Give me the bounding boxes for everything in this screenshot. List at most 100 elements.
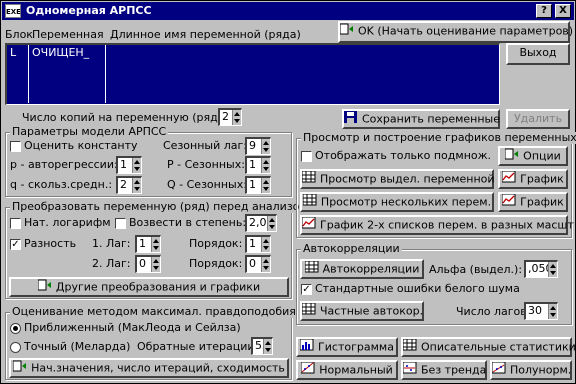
p-stepper[interactable]: 1 bbox=[116, 156, 142, 174]
ok-button[interactable]: OK (Начать оценивание параметров) bbox=[338, 21, 573, 43]
spin-arrows-icon[interactable] bbox=[132, 178, 141, 193]
order1-label: Порядок: bbox=[189, 237, 243, 250]
graph2-button[interactable]: График bbox=[498, 192, 568, 212]
lag2-stepper[interactable]: 0 bbox=[135, 255, 161, 273]
other-transforms-button[interactable]: Другие преобразования и графики bbox=[9, 277, 289, 297]
spin-arrows-icon[interactable] bbox=[261, 257, 270, 272]
copies-value: 2 bbox=[222, 110, 229, 123]
view-selected-button[interactable]: Просмотр выдел. переменной bbox=[300, 169, 495, 189]
back-iter-stepper[interactable]: 55 bbox=[251, 337, 273, 355]
spreadsheet-icon bbox=[301, 170, 316, 188]
graph-two-lists-label: График 2-х списков перем. в разных масшт… bbox=[320, 218, 576, 232]
normal-plot-icon bbox=[300, 361, 315, 379]
graph1-label: График bbox=[520, 172, 564, 186]
seasonal-lag-stepper[interactable]: 9 bbox=[245, 137, 271, 155]
partial-autocorr-button[interactable]: Частные автокор. bbox=[300, 301, 424, 321]
spin-arrows-icon[interactable] bbox=[261, 158, 270, 173]
no-trend-icon bbox=[402, 361, 417, 379]
graph-two-lists-button[interactable]: График 2-х списков перем. в разных масшт… bbox=[300, 215, 576, 235]
autocorr-button[interactable]: Автокорреляции bbox=[300, 259, 424, 279]
p-label: p - авторегрессии: bbox=[10, 158, 118, 171]
autocorr-label: Автокорреляции bbox=[322, 262, 420, 276]
close-button[interactable]: X bbox=[555, 4, 571, 18]
subset-only-checkbox[interactable] bbox=[301, 151, 312, 162]
Q-seasonal-stepper[interactable]: 1 bbox=[245, 176, 271, 194]
order1-stepper[interactable]: 1 bbox=[245, 235, 271, 253]
approx-radio[interactable] bbox=[10, 323, 21, 334]
P-seasonal-label: P - Сезонных: bbox=[167, 158, 245, 171]
subset-only-label: Отображать только подмнож. bbox=[315, 149, 492, 162]
spin-arrows-icon[interactable] bbox=[261, 178, 270, 193]
autocorr-group-title: Автокорреляции bbox=[301, 242, 402, 255]
line-graph-icon bbox=[301, 216, 316, 234]
spin-arrows-icon[interactable] bbox=[132, 158, 141, 173]
exact-label: Точный (Меларда) bbox=[24, 340, 131, 353]
delete-button[interactable]: Удалить bbox=[506, 109, 570, 129]
lag1-stepper[interactable]: 1 bbox=[135, 235, 161, 253]
col-header-block: Блок bbox=[5, 28, 33, 41]
estimate-const-label: Оценить константу bbox=[24, 139, 138, 152]
title-bar: EXE Одномерная АРПСС ? X bbox=[2, 2, 574, 20]
transform-icon bbox=[37, 279, 52, 296]
row-variable-cell[interactable]: ОЧИЩЕН_ bbox=[32, 46, 89, 60]
save-variables-button[interactable]: Сохранить переменные bbox=[342, 109, 500, 129]
no-trend-button[interactable]: Без тренда bbox=[401, 360, 487, 380]
estimate-const-checkbox[interactable] bbox=[10, 141, 21, 152]
histogram-icon bbox=[299, 338, 314, 356]
order2-stepper[interactable]: 0 bbox=[245, 255, 271, 273]
spreadsheet-icon bbox=[302, 193, 317, 211]
view-several-button[interactable]: Просмотр нескольких перем. bbox=[300, 192, 494, 212]
exit-button[interactable]: Выход bbox=[506, 43, 570, 65]
spin-arrows-icon[interactable] bbox=[263, 339, 272, 354]
graph1-button[interactable]: График bbox=[498, 169, 568, 189]
power-checkbox[interactable] bbox=[115, 218, 126, 229]
halfnormal-label: Полунорм. bbox=[510, 363, 572, 377]
list-divider bbox=[105, 45, 106, 103]
halfnormal-button[interactable]: Полунорм. bbox=[490, 360, 572, 380]
init-values-button[interactable]: Нач.значения, число итераций, сходимость bbox=[9, 358, 289, 378]
normal-plot-button[interactable]: Нормальный bbox=[296, 360, 398, 380]
init-values-label: Нач.значения, число итераций, сходимость bbox=[31, 361, 285, 375]
spin-arrows-icon[interactable] bbox=[151, 237, 160, 252]
view-selected-label: Просмотр выдел. переменной bbox=[320, 172, 495, 186]
diff-checkbox[interactable]: ✓ bbox=[10, 239, 21, 250]
save-icon bbox=[344, 111, 358, 128]
alpha-stepper[interactable]: ,050 bbox=[524, 260, 558, 278]
spin-arrows-icon[interactable] bbox=[267, 216, 276, 231]
spin-arrows-icon[interactable] bbox=[548, 304, 557, 319]
options-icon bbox=[504, 148, 519, 165]
col-header-long-name: Длинное имя переменной (ряда) bbox=[110, 28, 301, 41]
col-header-variable: Переменная bbox=[32, 28, 104, 41]
line-graph-icon bbox=[501, 170, 516, 188]
std-errors-checkbox[interactable]: ✓ bbox=[301, 284, 312, 295]
copies-stepper[interactable]: 2 bbox=[218, 108, 242, 126]
exact-radio[interactable] bbox=[10, 342, 21, 353]
options-button[interactable]: Опции bbox=[498, 146, 568, 166]
lags-stepper[interactable]: 30 bbox=[524, 302, 558, 320]
list-divider bbox=[28, 45, 29, 103]
spin-arrows-icon[interactable] bbox=[261, 237, 270, 252]
q-stepper[interactable]: 2 bbox=[116, 176, 142, 194]
natlog-checkbox[interactable] bbox=[10, 218, 21, 229]
power-value: 2,0 bbox=[249, 216, 267, 229]
spin-arrows-icon[interactable] bbox=[261, 139, 270, 154]
order1-value: 1 bbox=[249, 237, 256, 250]
q-label: q - скольз.средн.: bbox=[10, 178, 113, 191]
spin-arrows-icon[interactable] bbox=[548, 262, 557, 277]
desc-stats-label: Описательные статистики bbox=[421, 340, 576, 354]
spreadsheet-icon bbox=[402, 338, 417, 356]
partial-autocorr-label: Частные автокор. bbox=[320, 304, 424, 318]
P-seasonal-stepper[interactable]: 1 bbox=[245, 156, 271, 174]
P-seasonal-value: 1 bbox=[249, 158, 256, 171]
histogram-button[interactable]: Гистограмма bbox=[296, 337, 398, 357]
help-button[interactable]: ? bbox=[536, 4, 552, 18]
p-value: 1 bbox=[120, 158, 127, 171]
seasonal-lag-label: Сезонный лаг: bbox=[163, 139, 247, 152]
spin-arrows-icon[interactable] bbox=[232, 110, 241, 125]
variables-list[interactable]: L ОЧИЩЕН_ bbox=[5, 43, 500, 105]
spin-arrows-icon[interactable] bbox=[151, 257, 160, 272]
power-stepper[interactable]: 2,0 bbox=[245, 214, 277, 232]
spreadsheet-icon bbox=[301, 302, 316, 320]
row-block-cell[interactable]: L bbox=[10, 46, 16, 60]
desc-stats-button[interactable]: Описательные статистики bbox=[401, 337, 576, 357]
